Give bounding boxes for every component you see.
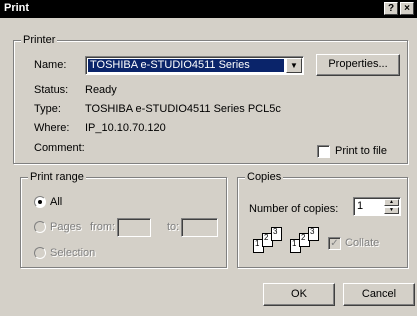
spin-up-icon[interactable]: ▲ — [384, 199, 399, 206]
spinner-arrows[interactable]: ▲ ▼ — [384, 199, 399, 214]
where-label: Where: — [34, 122, 70, 134]
chevron-down-icon[interactable]: ▼ — [286, 58, 302, 73]
radio-selected-dot — [38, 200, 42, 204]
print-range-group-label: Print range — [28, 171, 86, 183]
number-of-copies-label: Number of copies: — [249, 203, 339, 215]
from-input[interactable] — [117, 218, 151, 237]
comment-label: Comment: — [34, 142, 85, 154]
copies-group-label: Copies — [245, 171, 284, 183]
title-bar[interactable]: Print ? × — [0, 0, 417, 18]
all-label[interactable]: All — [50, 196, 62, 208]
spin-down-icon[interactable]: ▼ — [384, 207, 399, 214]
printer-name-select[interactable]: TOSHIBA e-STUDIO4511 Series PCL5c ▼ — [85, 56, 304, 75]
close-button[interactable]: × — [400, 2, 414, 15]
collate-page-3: 3 — [308, 227, 319, 241]
selection-radio[interactable] — [34, 247, 46, 259]
type-value: TOSHIBA e-STUDIO4511 Series PCL5c — [85, 103, 281, 115]
print-to-file-label[interactable]: Print to file — [335, 145, 387, 157]
ok-button[interactable]: OK — [263, 283, 335, 306]
printer-name-value: TOSHIBA e-STUDIO4511 Series PCL5c — [88, 59, 284, 72]
print-to-file-checkbox[interactable] — [317, 145, 330, 158]
collate-checkbox[interactable]: ✓ — [328, 237, 341, 250]
where-value: IP_10.10.70.120 — [85, 122, 166, 134]
collate-label[interactable]: Collate — [345, 237, 379, 249]
type-label: Type: — [34, 103, 61, 115]
help-button[interactable]: ? — [384, 2, 398, 15]
status-label: Status: — [34, 84, 69, 96]
window-title: Print — [4, 2, 30, 14]
cancel-button[interactable]: Cancel — [343, 283, 415, 306]
printer-group-label: Printer — [21, 34, 58, 46]
status-value: Ready — [85, 84, 117, 96]
copies-group: Copies — [237, 171, 408, 268]
properties-button[interactable]: Properties... — [316, 54, 400, 76]
pages-label[interactable]: Pages — [50, 221, 81, 233]
copies-value: 1 — [357, 200, 364, 212]
collate-page-3: 3 — [271, 227, 282, 241]
copies-spinner[interactable]: 1 ▲ ▼ — [353, 197, 401, 216]
name-label: Name: — [34, 59, 67, 71]
from-label: from: — [90, 221, 116, 233]
all-radio[interactable] — [34, 196, 46, 208]
to-input[interactable] — [181, 218, 218, 237]
print-dialog: Print ? × Printer Name: TOSHIBA e-STUDIO… — [0, 0, 417, 316]
pages-radio[interactable] — [34, 221, 46, 233]
to-label: to: — [167, 221, 180, 233]
selection-label[interactable]: Selection — [50, 247, 95, 259]
